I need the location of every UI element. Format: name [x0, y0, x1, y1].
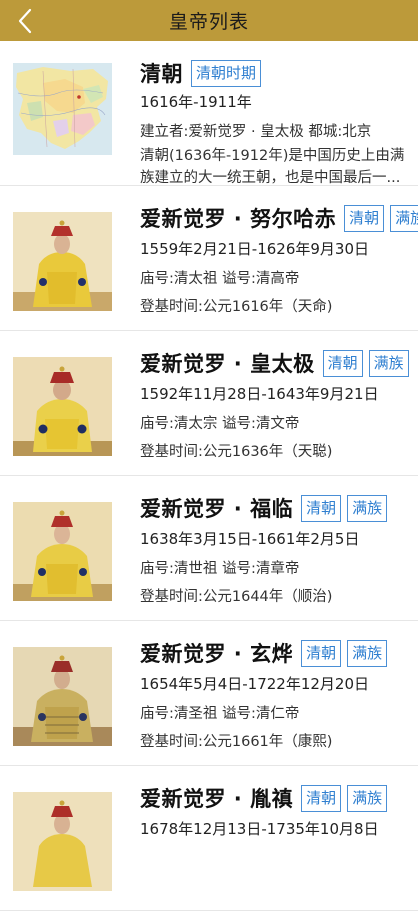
- emperor-dates: 1678年12月13日-1735年10月8日: [140, 820, 379, 838]
- emperor-list[interactable]: 清朝 清朝时期 1616年-1911年 建立者:爱新觉罗 · 皇太极 都城:北京…: [0, 41, 418, 911]
- emperor-titles: 庙号:清世祖 谥号:清章帝: [140, 561, 300, 577]
- ethnicity-tag: 满族: [347, 494, 388, 522]
- emperor-dates: 1592年11月28日-1643年9月21日: [140, 385, 379, 403]
- emperor-reign: 登基时间:公元1661年（康熙): [140, 734, 333, 750]
- dynasty-card[interactable]: 清朝 清朝时期 1616年-1911年 建立者:爱新觉罗 · 皇太极 都城:北京…: [0, 41, 418, 186]
- page-title: 皇帝列表: [168, 11, 249, 33]
- emperor-name: 爱新觉罗 · 胤禛: [140, 787, 294, 811]
- ethnicity-tag: 满族: [347, 639, 388, 667]
- emperor-dates: 1638年3月15日-1661年2月5日: [140, 530, 360, 548]
- emperor-list-item[interactable]: 爱新觉罗 · 皇太极 清朝 满族 1592年11月28日-1643年9月21日 …: [0, 331, 418, 476]
- dynasty-tag: 清朝: [301, 784, 342, 812]
- emperor-titles: 庙号:清圣祖 谥号:清仁帝: [140, 706, 300, 722]
- dynasty-tag: 清朝: [344, 204, 385, 232]
- dynasty-tag: 清朝: [301, 494, 342, 522]
- dynasty-description: 清朝(1636年-1912年)是中国历史上由满族建立的大一统王朝，也是中国最后一…: [140, 148, 405, 186]
- emperor-titles: 庙号:清太宗 谥号:清文帝: [140, 416, 300, 432]
- emperor-portrait: [13, 647, 112, 746]
- emperor-name: 爱新觉罗 · 福临: [140, 497, 294, 521]
- emperor-titles: 庙号:清太祖 谥号:清高帝: [140, 271, 300, 287]
- emperor-dates: 1654年5月4日-1722年12月20日: [140, 675, 370, 693]
- emperor-name: 爱新觉罗 · 皇太极: [140, 352, 315, 376]
- navigation-bar: 皇帝列表: [0, 0, 418, 41]
- emperor-portrait: [13, 212, 112, 311]
- emperor-portrait: [13, 502, 112, 601]
- dynasty-founder-line: 建立者:爱新觉罗 · 皇太极 都城:北京: [140, 124, 372, 140]
- dynasty-tag: 清朝: [322, 349, 363, 377]
- emperor-name: 爱新觉罗 · 玄烨: [140, 642, 294, 666]
- emperor-reign: 登基时间:公元1644年（顺治): [140, 589, 333, 605]
- emperor-reign: 登基时间:公元1636年（天聪): [140, 444, 333, 460]
- dynasty-tag: 清朝: [301, 639, 342, 667]
- emperor-list-item[interactable]: 爱新觉罗 · 胤禛 清朝 满族 1678年12月13日-1735年10月8日: [0, 766, 418, 911]
- dynasty-tag: 清朝时期: [191, 59, 262, 87]
- emperor-reign: 登基时间:公元1616年（天命): [140, 299, 333, 315]
- chevron-left-icon: [18, 8, 32, 33]
- ethnicity-tag: 满族: [390, 204, 418, 232]
- emperor-dates: 1559年2月21日-1626年9月30日: [140, 240, 370, 258]
- back-button[interactable]: [8, 0, 42, 41]
- emperor-list-item[interactable]: 爱新觉罗 · 玄烨 清朝 满族 1654年5月4日-1722年12月20日 庙号…: [0, 621, 418, 766]
- dynasty-name: 清朝: [140, 62, 183, 86]
- ethnicity-tag: 满族: [368, 349, 409, 377]
- emperor-list-item[interactable]: 爱新觉罗 · 福临 清朝 满族 1638年3月15日-1661年2月5日 庙号:…: [0, 476, 418, 621]
- emperor-portrait: [13, 792, 112, 891]
- dynasty-map-image: [13, 63, 112, 155]
- emperor-portrait: [13, 357, 112, 456]
- emperor-list-item[interactable]: 爱新觉罗 · 努尔哈赤 清朝 满族 1559年2月21日-1626年9月30日 …: [0, 186, 418, 331]
- emperor-name: 爱新觉罗 · 努尔哈赤: [140, 207, 337, 231]
- dynasty-period: 1616年-1911年: [140, 93, 252, 111]
- ethnicity-tag: 满族: [347, 784, 388, 812]
